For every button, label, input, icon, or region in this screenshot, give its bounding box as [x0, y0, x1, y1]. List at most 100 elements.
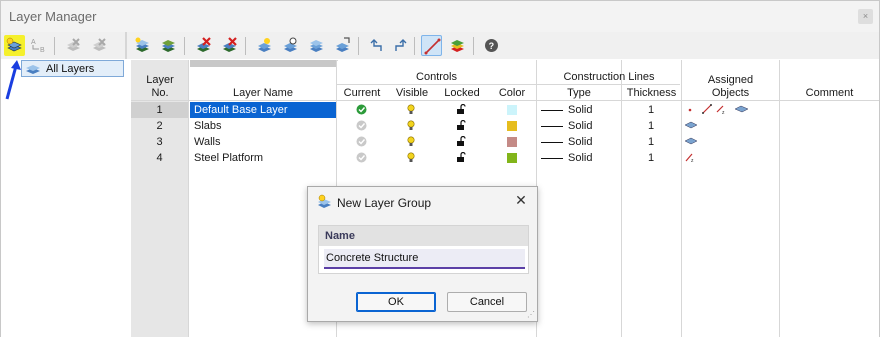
visible-bulb-icon[interactable] — [406, 152, 416, 163]
thickness-value: 1 — [648, 136, 655, 148]
group-name-input[interactable] — [324, 249, 525, 269]
column-divider — [621, 60, 622, 337]
merge-icon — [310, 40, 323, 52]
merge-layers-button[interactable] — [306, 35, 327, 56]
thickness-value: 1 — [648, 104, 655, 116]
redo-icon — [395, 39, 407, 51]
header-layer-no: Layer No. — [146, 74, 174, 99]
header-construction-group: Construction Lines — [563, 71, 655, 83]
header-objects: Objects — [711, 87, 750, 99]
undo-button[interactable] — [367, 35, 388, 56]
group-toolbar: A B — [1, 32, 126, 59]
line-type-sample — [541, 142, 563, 143]
line-type-label: Solid — [568, 152, 593, 164]
redo-button[interactable] — [389, 35, 410, 56]
table-row-name[interactable]: Walls — [190, 134, 336, 150]
delete-all-layers-icon — [223, 37, 237, 52]
pointer-arrow-icon — [5, 60, 21, 100]
help-icon: ? — [485, 39, 498, 52]
assign-button[interactable] — [254, 35, 275, 56]
dialog-close-button[interactable]: ✕ — [513, 192, 529, 208]
delete-all-layers-button[interactable] — [219, 35, 240, 56]
current-check-icon[interactable] — [356, 104, 367, 115]
header-locked: Locked — [444, 87, 480, 99]
header-thickness: Thickness — [626, 87, 677, 99]
new-layer-group-button[interactable] — [4, 35, 25, 56]
delete-group-button[interactable] — [63, 35, 84, 56]
current-check-icon[interactable] — [356, 136, 367, 147]
toolbar-separator — [184, 37, 185, 55]
table-row-number[interactable]: 2 — [131, 118, 188, 134]
visible-bulb-icon[interactable] — [406, 120, 416, 131]
new-layer-button[interactable] — [132, 35, 153, 56]
resize-grip-icon[interactable]: ⋰ — [527, 310, 535, 319]
table-row-number[interactable]: 3 — [131, 134, 188, 150]
window-title: Layer Manager — [9, 9, 97, 24]
dialog-title: New Layer Group — [337, 196, 432, 210]
assign-icon — [258, 38, 271, 52]
tree-item-all-layers[interactable]: All Layers — [21, 60, 124, 77]
new-layer-icon — [135, 37, 149, 52]
show-construction-lines-button[interactable] — [421, 35, 442, 56]
delete-layer-button[interactable] — [193, 35, 214, 56]
toolbar-separator — [358, 37, 359, 55]
unlocked-icon[interactable] — [456, 104, 467, 115]
color-swatch[interactable] — [507, 121, 517, 131]
assigned-objects-icons: z — [688, 104, 749, 115]
name-group-header: Name — [319, 226, 528, 246]
current-check-icon[interactable] — [356, 120, 367, 131]
export-layers-button[interactable] — [332, 35, 353, 56]
undo-icon — [370, 39, 382, 51]
svg-text:B: B — [40, 47, 45, 54]
layer-group-dialog-icon — [318, 194, 331, 208]
color-swatch[interactable] — [507, 105, 517, 115]
toolbar-separator — [245, 37, 246, 55]
line-type-sample — [541, 110, 563, 111]
table-row-number[interactable]: 4 — [131, 150, 188, 166]
unlocked-icon[interactable] — [456, 136, 467, 147]
color-swatch[interactable] — [507, 153, 517, 163]
table-row-number[interactable]: 1 — [131, 102, 188, 118]
svg-text:z: z — [722, 110, 725, 115]
ok-button[interactable]: OK — [356, 292, 436, 312]
column-divider — [681, 60, 682, 337]
new-layer-group-icon — [6, 37, 22, 52]
show-construction-lines-icon — [424, 38, 441, 55]
color-layers-icon — [451, 40, 464, 52]
toolbar-separator — [473, 37, 474, 55]
surface-icon — [685, 137, 697, 145]
table-row-name[interactable]: Slabs — [190, 118, 336, 134]
help-button[interactable]: ? — [481, 35, 502, 56]
member-icon: z — [685, 153, 694, 163]
column-scroll-indicator — [190, 60, 336, 67]
window-close-button[interactable]: × — [858, 9, 873, 24]
delete-all-groups-button[interactable] — [89, 35, 110, 56]
visible-bulb-icon[interactable] — [406, 104, 416, 115]
header-visible: Visible — [395, 87, 429, 99]
delete-group-icon — [67, 38, 80, 51]
delete-layer-icon — [197, 37, 211, 52]
unlocked-icon[interactable] — [456, 152, 467, 163]
cancel-button[interactable]: Cancel — [447, 292, 527, 312]
visible-bulb-icon[interactable] — [406, 136, 416, 147]
line-type-label: Solid — [568, 120, 593, 132]
column-divider — [188, 60, 189, 337]
export-icon — [336, 37, 350, 52]
color-swatch[interactable] — [507, 137, 517, 147]
unlocked-icon[interactable] — [456, 120, 467, 131]
header-comment: Comment — [805, 87, 854, 99]
current-check-icon[interactable] — [356, 152, 367, 163]
column-divider — [779, 60, 780, 337]
header-color: Color — [498, 87, 526, 99]
header-assigned: Assigned — [707, 74, 754, 86]
header-controls-group: Controls — [416, 71, 457, 83]
color-layers-button[interactable] — [447, 35, 468, 56]
name-group-label: Name — [325, 230, 355, 242]
copy-layer-button[interactable] — [158, 35, 179, 56]
rename-group-button[interactable]: A B — [28, 35, 49, 56]
table-row-name[interactable]: Default Base Layer — [190, 102, 336, 118]
svg-text:z: z — [691, 158, 694, 163]
assign-selected-button[interactable] — [280, 35, 301, 56]
surface-icon — [685, 121, 697, 129]
table-row-name[interactable]: Steel Platform — [190, 150, 336, 166]
